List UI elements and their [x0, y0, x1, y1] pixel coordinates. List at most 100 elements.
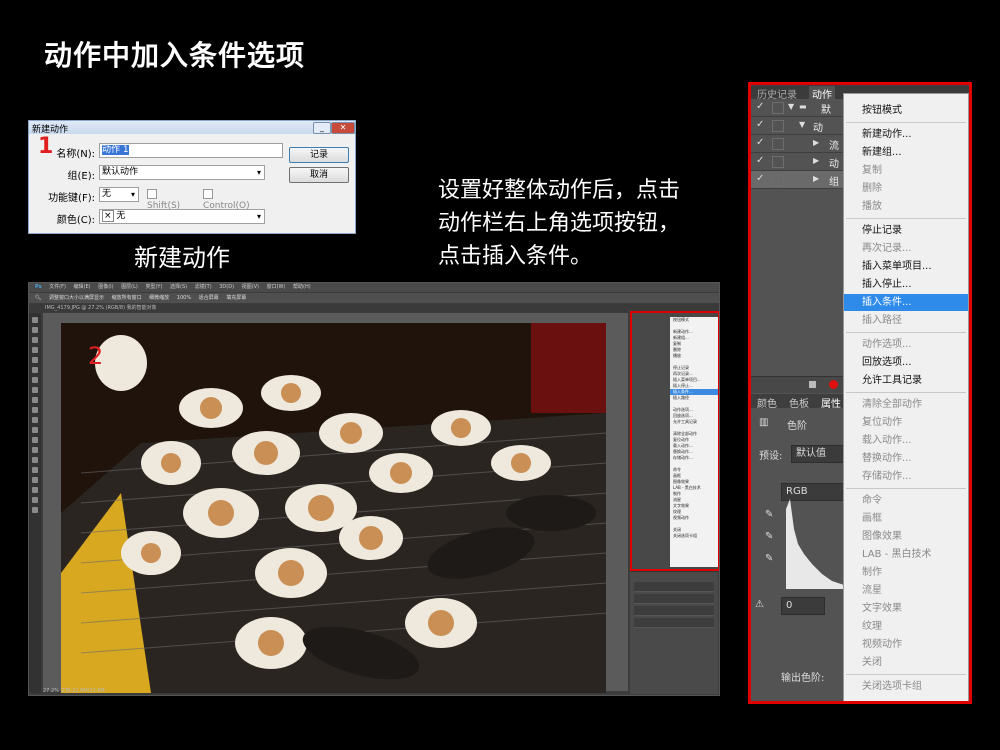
ps-menu-item[interactable]: 文件(F) [49, 284, 66, 290]
minimize-icon[interactable]: _ [313, 122, 331, 134]
ps-option[interactable]: 100% [177, 293, 191, 303]
ps-menu-item[interactable]: 窗口(W) [267, 284, 286, 290]
tool-icon[interactable] [32, 407, 38, 413]
menu-item[interactable]: 回放选项... [844, 354, 968, 371]
tool-icon[interactable] [32, 347, 38, 353]
menu-item[interactable]: 图像效果 [844, 528, 968, 545]
menu-item[interactable]: 清除全部动作 [844, 396, 968, 413]
input-level-field[interactable]: 0 [781, 597, 825, 615]
expand-right-icon[interactable]: ▶ [813, 156, 819, 165]
menu-item[interactable]: 停止记录 [844, 222, 968, 239]
expand-right-icon[interactable]: ▶ [813, 174, 819, 183]
dialog-toggle-icon[interactable] [772, 156, 784, 168]
close-icon[interactable]: ✕ [331, 122, 355, 134]
eyedropper-icon[interactable]: ✎ [765, 553, 773, 564]
menu-item[interactable]: 插入菜单项目... [844, 258, 968, 275]
control-checkbox[interactable]: Control(O) [203, 189, 250, 211]
expand-down-icon[interactable]: ▼ [788, 102, 794, 111]
menu-item[interactable]: 纹理 [844, 618, 968, 635]
tool-icon[interactable] [32, 367, 38, 373]
dialog-toggle-icon[interactable] [772, 138, 784, 150]
menu-item[interactable]: 按钮模式 [844, 102, 968, 119]
dialog-toggle-icon[interactable] [772, 102, 784, 114]
layer-row[interactable] [634, 594, 714, 604]
name-input[interactable]: 动作 1 [99, 143, 283, 158]
eyedropper-icon[interactable]: ✎ [765, 509, 773, 520]
layer-row[interactable] [634, 618, 714, 628]
tool-icon[interactable] [32, 377, 38, 383]
shift-checkbox[interactable]: Shift(S) [147, 189, 180, 211]
menu-item[interactable]: 命令 [844, 492, 968, 509]
menu-item[interactable]: 存储动作... [844, 468, 968, 485]
menu-item[interactable]: 关闭选项卡组 [844, 678, 968, 695]
check-icon[interactable]: ✓ [756, 173, 764, 184]
menu-item[interactable]: 画框 [844, 510, 968, 527]
ps-menu-item[interactable]: 编辑(E) [74, 284, 91, 290]
action-row-selected[interactable]: ✓ ▶ 组 [751, 171, 846, 189]
action-row[interactable]: ✓ ▼ ▬ 默 [751, 99, 846, 117]
expand-right-icon[interactable]: ▶ [813, 138, 819, 147]
ps-option[interactable]: 填充屏幕 [226, 293, 246, 303]
layer-row[interactable] [634, 582, 714, 592]
dialog-toggle-icon[interactable] [772, 174, 784, 186]
tool-icon[interactable] [32, 467, 38, 473]
color-select[interactable]: × 无 [99, 209, 265, 224]
eyedropper-icon[interactable]: ✎ [765, 531, 773, 542]
menu-item[interactable]: 播放 [844, 198, 968, 215]
menu-item[interactable]: 新建动作... [844, 126, 968, 143]
tool-icon[interactable] [32, 477, 38, 483]
action-row[interactable]: ✓ ▶ 流 [751, 135, 846, 153]
tool-icon[interactable] [32, 487, 38, 493]
ps-menu-item[interactable]: 图像(I) [98, 284, 113, 290]
action-row[interactable]: ✓ ▶ 动 [751, 153, 846, 171]
ps-menu-item[interactable]: 3D(D) [219, 284, 234, 290]
preset-select[interactable]: 默认值 [791, 445, 845, 463]
menu-item[interactable]: 关闭 [844, 654, 968, 671]
ps-menu-item[interactable]: 滤镜(T) [195, 284, 212, 290]
tool-icon[interactable] [32, 447, 38, 453]
record-icon[interactable] [829, 380, 838, 389]
mini-menu-item[interactable]: 关闭选项卡组 [670, 533, 718, 539]
tool-icon[interactable] [32, 437, 38, 443]
tab-color[interactable]: 颜色 [757, 395, 777, 410]
tool-icon[interactable] [32, 507, 38, 513]
zoom-icon[interactable]: 🔍︎ [35, 293, 41, 303]
menu-item-insert-conditional[interactable]: 插入条件... [844, 294, 968, 311]
menu-item[interactable]: 文字效果 [844, 600, 968, 617]
stop-icon[interactable] [809, 381, 816, 388]
menu-item[interactable]: 复制 [844, 162, 968, 179]
tool-icon[interactable] [32, 337, 38, 343]
tab-swatches[interactable]: 色板 [789, 395, 809, 410]
ps-menu-item[interactable]: 选择(S) [170, 284, 187, 290]
ps-menu-item[interactable]: 类型(Y) [145, 284, 162, 290]
tool-icon[interactable] [32, 427, 38, 433]
ps-option[interactable]: 缩放所有窗口 [112, 293, 142, 303]
record-button[interactable]: 记录 [289, 147, 349, 163]
dialog-toggle-icon[interactable] [772, 120, 784, 132]
ps-option[interactable]: 适合屏幕 [199, 293, 219, 303]
menu-item[interactable]: 插入停止... [844, 276, 968, 293]
ps-option[interactable]: 调整窗口大小以满屏显示 [49, 293, 104, 303]
menu-item[interactable]: 新建组... [844, 144, 968, 161]
menu-item[interactable]: 制作 [844, 564, 968, 581]
menu-item[interactable]: 再次记录... [844, 240, 968, 257]
ps-menu-item[interactable]: 图层(L) [121, 284, 138, 290]
tool-icon[interactable] [32, 457, 38, 463]
tab-properties[interactable]: 属性 [821, 395, 841, 410]
cancel-button[interactable]: 取消 [289, 167, 349, 183]
menu-item[interactable]: 替换动作... [844, 450, 968, 467]
menu-item[interactable]: 删除 [844, 180, 968, 197]
menu-item[interactable]: 流星 [844, 582, 968, 599]
check-icon[interactable]: ✓ [756, 119, 764, 130]
menu-item[interactable]: 视频动作 [844, 636, 968, 653]
tool-icon[interactable] [32, 417, 38, 423]
menu-item[interactable]: 载入动作... [844, 432, 968, 449]
action-row[interactable]: ✓ ▼ 动 [751, 117, 846, 135]
menu-item[interactable]: 动作选项... [844, 336, 968, 353]
tool-icon[interactable] [32, 397, 38, 403]
group-select[interactable]: 默认动作 [99, 165, 265, 180]
ps-document-tab[interactable]: IMG_4179.JPG @ 27.2% (RGB/8) 我的智能对象 [29, 304, 719, 312]
check-icon[interactable]: ✓ [756, 101, 764, 112]
check-icon[interactable]: ✓ [756, 155, 764, 166]
expand-down-icon[interactable]: ▼ [799, 120, 805, 129]
